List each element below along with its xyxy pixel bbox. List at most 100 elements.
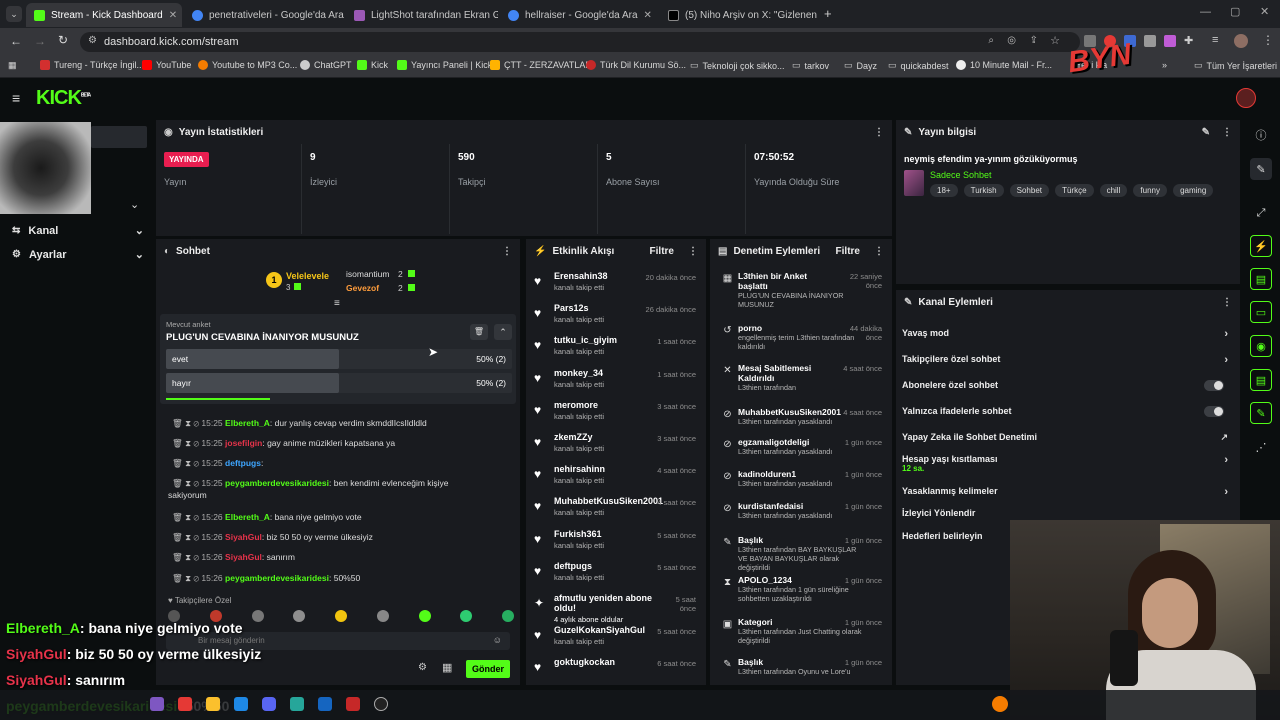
zoom-icon[interactable]: ⌕	[988, 35, 994, 46]
bookmark-kick[interactable]: Kick	[357, 60, 388, 70]
bookmark-all[interactable]: ▭ Tüm Yer İşaretleri	[1194, 60, 1277, 71]
moderation-item[interactable]: ▦ L3thien bir Anket başlattı PLUG'UN CEVAB…	[710, 271, 892, 309]
bookmark-folder-dayz[interactable]: ▭ Dayz	[844, 60, 877, 71]
filter-button[interactable]: Filtre	[836, 246, 860, 257]
emote-icon[interactable]	[335, 610, 347, 622]
filter-button[interactable]: Filtre	[650, 246, 674, 257]
activity-item[interactable]: ♥ goktugkockan 6 saat önce	[526, 657, 706, 673]
more-menu-icon[interactable]: ⋮	[502, 246, 512, 257]
mod-action-icons[interactable]: 🗑 ⧗ ⊘	[172, 573, 201, 583]
tag[interactable]: Turkish	[963, 184, 1004, 197]
emote-icon[interactable]	[418, 610, 431, 622]
gifter-name[interactable]: isomantium	[346, 269, 389, 279]
chat-username[interactable]: SiyahGul	[225, 552, 262, 562]
emote-icon[interactable]	[460, 610, 473, 622]
chat-bubble-icon[interactable]: ▭	[1250, 301, 1272, 323]
activity-item[interactable]: ♥ tutku_ic_giyim kanalı takip etti 1 saat ö…	[526, 335, 706, 356]
bookmark-yt-mp3[interactable]: Youtube to MP3 Co...	[198, 60, 297, 70]
more-menu-icon[interactable]: ⋮	[874, 246, 884, 257]
window-minimize-icon[interactable]: —	[1200, 6, 1211, 18]
bookmark-folder-quickabdest[interactable]: ▭ quickabdest	[888, 60, 949, 71]
kick-logo[interactable]: KICKBETA	[36, 87, 91, 110]
chat-username[interactable]: Elbereth_A	[225, 512, 270, 522]
acrobat-icon[interactable]	[346, 697, 360, 711]
more-menu-icon[interactable]: ⋮	[1222, 297, 1232, 308]
taskbar-app-icon[interactable]	[318, 697, 332, 711]
tab-kick-dashboard[interactable]: Stream - Kick Dashboard ✕	[26, 3, 182, 27]
bookmark-folder-tech[interactable]: ▭ Teknoloji çok sikko...	[690, 60, 785, 71]
bookmark-youtube[interactable]: YouTube	[142, 60, 191, 70]
delete-poll-button[interactable]: 🗑	[470, 324, 488, 340]
tab-x-post[interactable]: (5) Niho Arşiv on X: "Gizlenen a ✕	[660, 3, 820, 27]
chat-username[interactable]: josefilgin	[225, 438, 262, 448]
activity-item[interactable]: ♥ zkemZZy kanalı takip etti 3 saat önce	[526, 432, 706, 453]
bookmark-folder-tarkov[interactable]: ▭ tarkov	[792, 60, 829, 71]
bookmark-tdk[interactable]: Türk Dil Kurumu Sö...	[586, 60, 686, 70]
channel-action-item[interactable]: Hesap yaşı kısıtlaması 12 sa. ›	[902, 454, 1232, 473]
taskbar-app-icon[interactable]	[206, 697, 220, 711]
activity-item[interactable]: ♥ MuhabbetKusuSiken2001 kanalı takip etti 4…	[526, 496, 706, 517]
channel-action-item[interactable]: Yapay Zeka ile Sohbet Denetimi ↗	[902, 432, 1232, 442]
obs-icon[interactable]	[374, 697, 388, 711]
back-icon[interactable]: ←	[10, 34, 22, 48]
sidebar-item-kanal[interactable]: ⇆ Kanal ⌄	[12, 224, 144, 238]
mod-action-icons[interactable]: 🗑 ⧗ ⊘	[172, 478, 201, 488]
extension-icon[interactable]	[1164, 35, 1176, 47]
poll-option-yes[interactable]: evet 50% (2)	[166, 349, 512, 369]
mod-action-icons[interactable]: 🗑 ⧗ ⊘	[172, 418, 201, 428]
chat-username[interactable]: peygamberdevesikaridesi	[225, 478, 329, 488]
bookmark-chatgpt[interactable]: ChatGPT	[300, 60, 352, 70]
browser-menu-icon[interactable]: ⋮	[1262, 33, 1274, 47]
tab-lightshot[interactable]: LightShot tarafından Ekran Gö ✕	[346, 3, 498, 27]
mod-action-icons[interactable]: 🗑 ⧗ ⊘	[172, 532, 201, 542]
tab-google-search-1[interactable]: penetrativeleri - Google'da Ara ✕	[184, 3, 344, 27]
moderation-item[interactable]: ⊘ kadinolduren1 L3thien tarafından yasakla…	[710, 469, 892, 488]
activity-item[interactable]: ♥ Erensahin38 kanalı takip etti 20 dakika ö…	[526, 271, 706, 292]
discord-icon[interactable]	[262, 697, 276, 711]
gifter-name[interactable]: Gevezof	[346, 283, 379, 293]
share-nodes-icon[interactable]: ⋰	[1250, 436, 1272, 458]
activity-item[interactable]: ✦ afmutlu yeniden abone oldu! 4 aylık abon…	[526, 593, 706, 624]
help-icon[interactable]: ⓘ	[1250, 124, 1272, 146]
more-menu-icon[interactable]: ⋮	[688, 246, 698, 257]
broadcast-icon[interactable]: ◉	[1250, 335, 1272, 357]
mod-action-icons[interactable]: 🗑 ⧗ ⊘	[172, 512, 201, 522]
bookmarks-overflow-icon[interactable]: »	[1162, 60, 1167, 70]
chat-username[interactable]: Elbereth_A	[225, 418, 270, 428]
tag[interactable]: gaming	[1173, 184, 1214, 197]
channel-action-item[interactable]: Yalnızca ifadelerle sohbet	[902, 406, 1232, 417]
moderation-item[interactable]: ⊘ egzamaligotdeligi L3thien tarafından yas…	[710, 437, 892, 456]
window-maximize-icon[interactable]: ▢	[1230, 5, 1240, 18]
notification-badge-icon[interactable]	[992, 696, 1008, 712]
tag[interactable]: funny	[1133, 184, 1167, 197]
moderation-item[interactable]: ▣ Kategori L3thien tarafından Just Chattin…	[710, 617, 892, 645]
extension-icon[interactable]	[1144, 35, 1156, 47]
moderation-item[interactable]: ⊘ kurdistanfedaisi L3thien tarafından yasa…	[710, 501, 892, 520]
chat-tools-icon[interactable]: ▦	[442, 661, 452, 674]
taskbar-app-icon[interactable]	[150, 697, 164, 711]
activity-item[interactable]: ♥ deftpugs kanalı takip etti 5 saat önce	[526, 561, 706, 582]
emote-icon[interactable]	[293, 610, 306, 622]
emote-icon[interactable]	[251, 610, 264, 622]
fullscreen-icon[interactable]: ⤢	[1250, 202, 1272, 224]
activity-item[interactable]: ♥ Pars12s kanalı takip etti 26 dakika önce	[526, 303, 706, 324]
channel-action-item[interactable]: Yasaklanmış kelimeler ›	[902, 486, 1232, 498]
moderation-item[interactable]: ↺ porno engellenmiş terim L3thien tarafınd…	[710, 323, 892, 351]
channel-action-item[interactable]: İzleyici Yönlendir	[902, 508, 1232, 518]
apps-grid-icon[interactable]: ▦	[8, 60, 17, 71]
expand-chevron-icon[interactable]: ⌄	[130, 198, 139, 211]
emote-icon[interactable]	[376, 610, 389, 622]
quick-action-icon[interactable]: ⚡	[1250, 235, 1272, 257]
bookmark-ctt[interactable]: ÇTT - ZERZAVATLAR	[490, 60, 592, 70]
mod-action-icons[interactable]: 🗑 ⧗ ⊘	[172, 458, 201, 468]
more-menu-icon[interactable]: ⋮	[1222, 127, 1232, 138]
category-name[interactable]: Sadece Sohbet	[930, 170, 992, 180]
profile-avatar[interactable]	[1234, 34, 1248, 48]
poll-option-no[interactable]: hayır 50% (2)	[166, 373, 512, 393]
tab-google-search-2[interactable]: hellraiser - Google'da Ara ✕	[500, 3, 658, 27]
send-button[interactable]: Gönder	[466, 660, 510, 678]
forward-icon[interactable]: →	[34, 34, 46, 48]
new-tab-button[interactable]: +	[824, 6, 832, 21]
activity-item[interactable]: ♥ GuzelKokanSiyahGul kanalı takip etti 5 sa…	[526, 625, 706, 646]
sort-icon[interactable]: ≡	[334, 298, 340, 309]
